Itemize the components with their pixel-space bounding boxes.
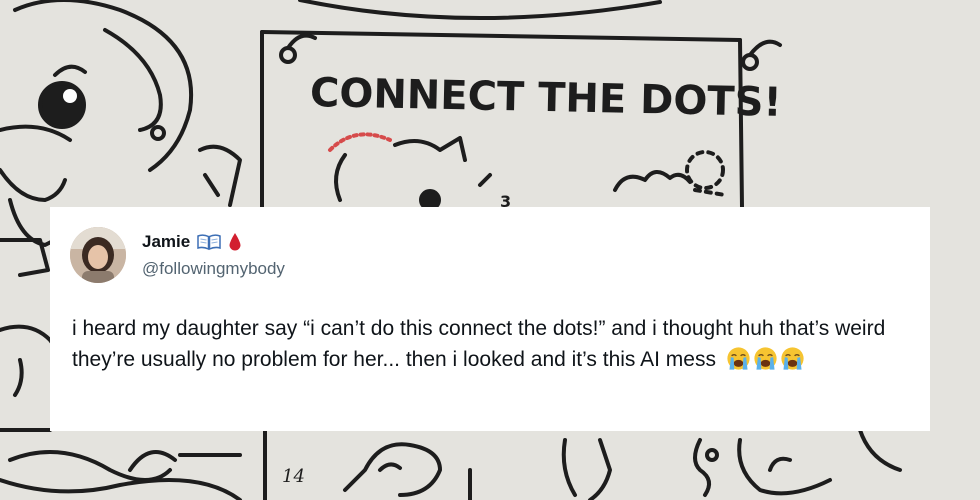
- open-book-icon: [197, 234, 221, 251]
- author-handle[interactable]: @followingmybody: [142, 259, 285, 279]
- drop-of-blood-icon: [229, 233, 241, 251]
- tweet-card[interactable]: Jamie @followingmybody i heard my daught…: [50, 207, 930, 431]
- loudly-crying-face-icon: [727, 347, 750, 370]
- tweet-text: i heard my daughter say “i can’t do this…: [72, 313, 918, 375]
- avatar[interactable]: [70, 227, 126, 283]
- emoji-group: [726, 346, 805, 371]
- author-name-row: Jamie: [142, 231, 242, 253]
- loudly-crying-face-icon: [781, 347, 804, 370]
- author-display-name[interactable]: Jamie: [142, 232, 190, 252]
- dot-number-label: 14: [282, 466, 305, 487]
- profile-photo: [70, 227, 126, 283]
- loudly-crying-face-icon: [754, 347, 777, 370]
